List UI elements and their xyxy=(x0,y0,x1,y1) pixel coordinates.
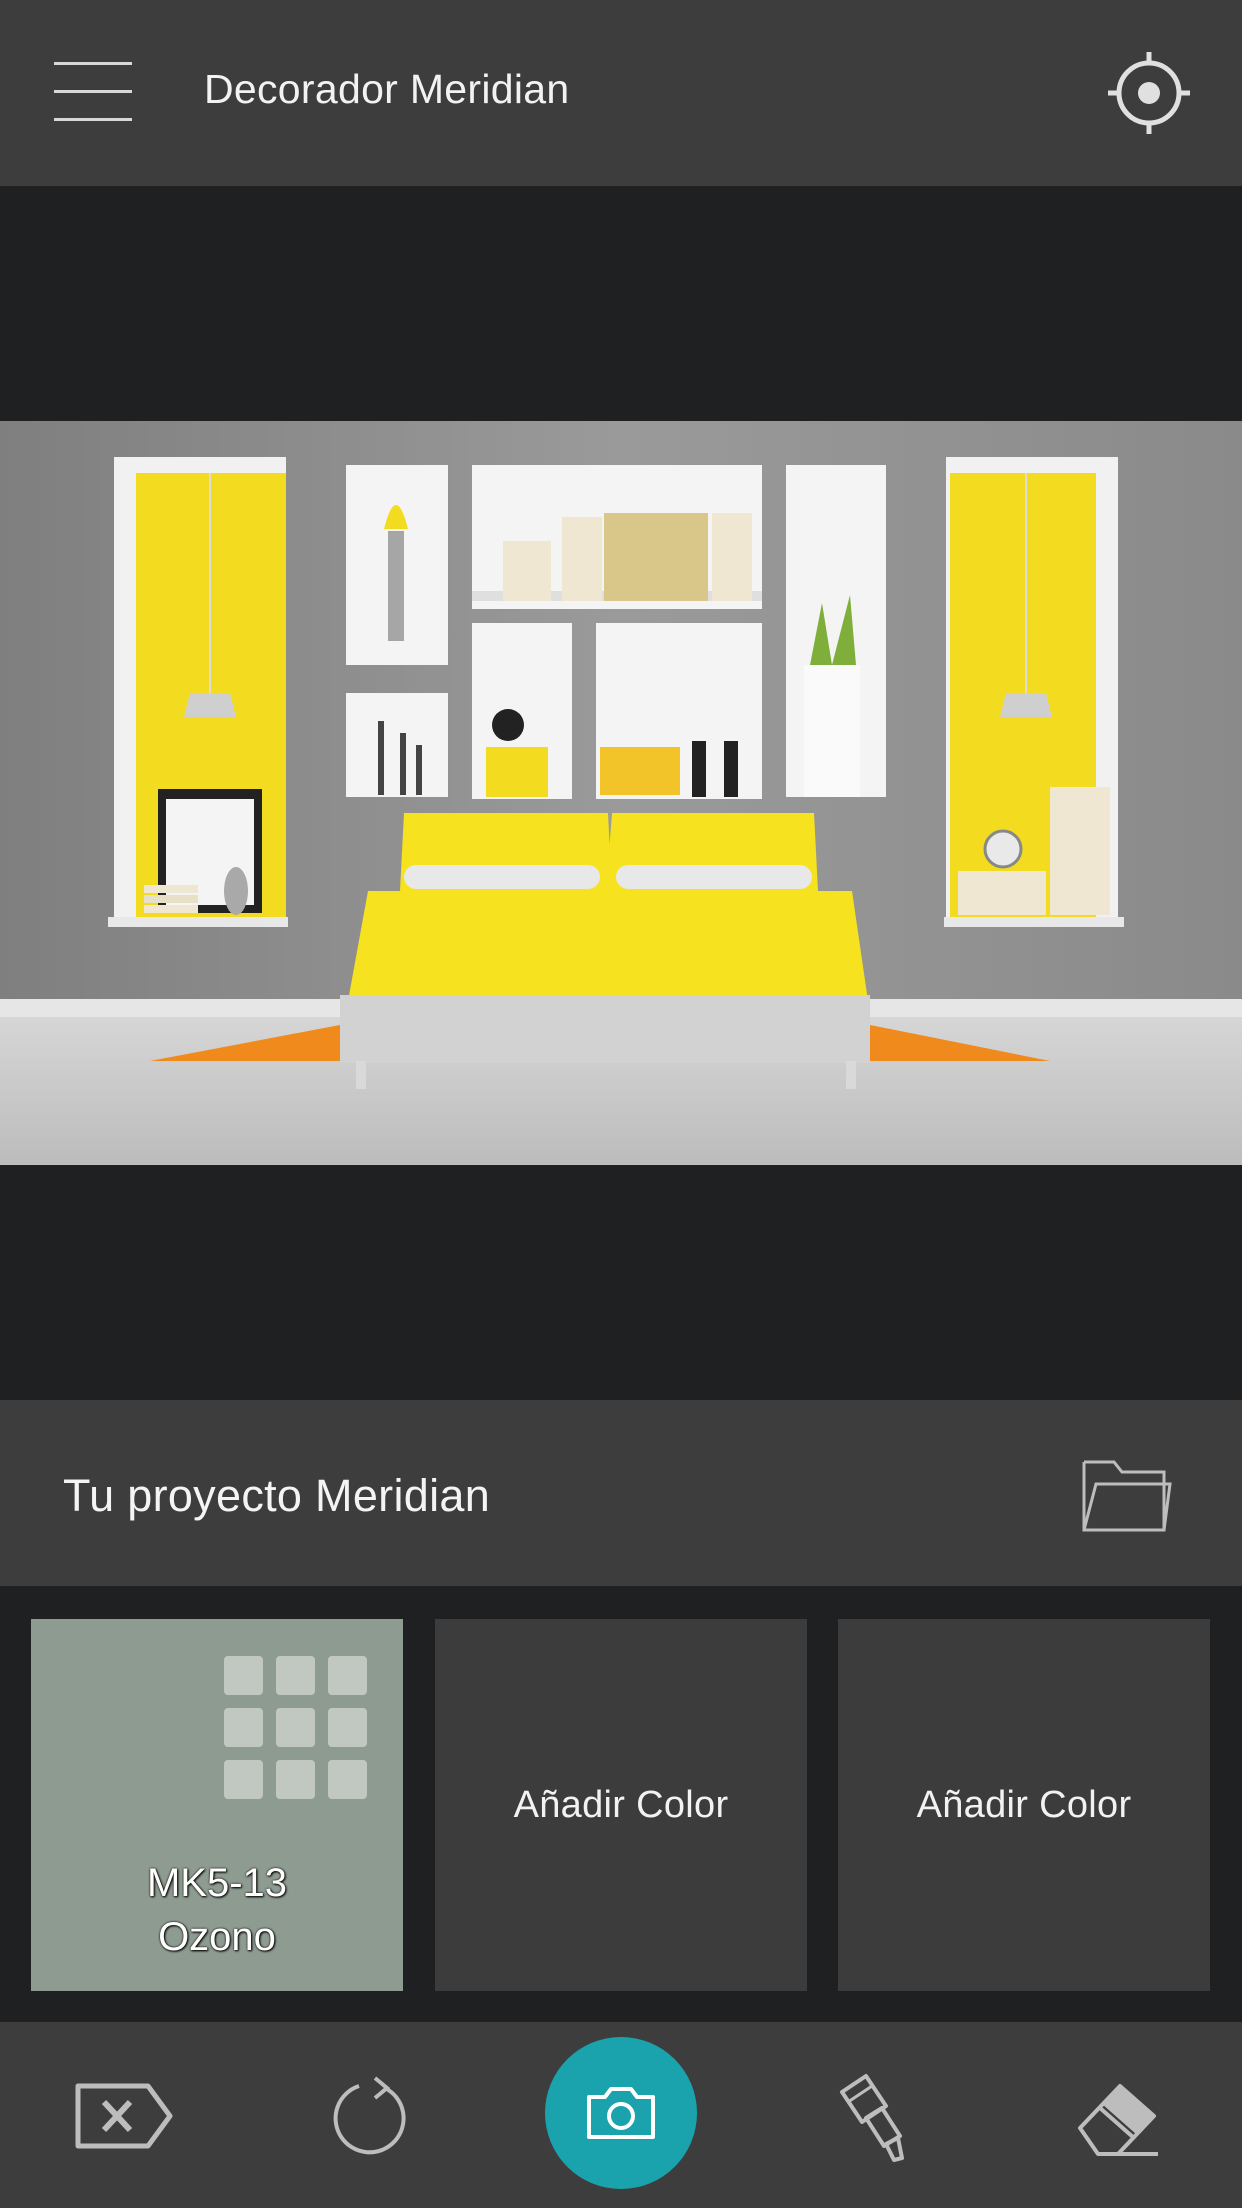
locate-icon[interactable] xyxy=(1106,50,1192,136)
add-color-label: Añadir Color xyxy=(513,1783,729,1826)
camera-button[interactable] xyxy=(545,2037,697,2189)
bottom-toolbar xyxy=(0,2022,1242,2208)
add-color-button[interactable]: Añadir Color xyxy=(435,1619,807,1991)
hamburger-menu-icon[interactable] xyxy=(54,58,134,128)
room-photo[interactable] xyxy=(0,421,1242,1165)
app-title: Decorador Meridian xyxy=(204,66,570,112)
project-bar: Tu proyecto Meridian xyxy=(0,1400,1242,1586)
top-app-bar: Decorador Meridian xyxy=(0,0,1242,186)
add-color-button[interactable]: Añadir Color xyxy=(838,1619,1210,1991)
swatch-color-name: MK5-13 Ozono xyxy=(31,1856,403,1964)
eraser-icon[interactable] xyxy=(1074,2076,1160,2160)
folder-icon[interactable] xyxy=(1080,1452,1172,1536)
camera-icon xyxy=(587,2087,655,2139)
color-swatch-mk5-13[interactable]: MK5-13 Ozono xyxy=(31,1619,403,1991)
grid-icon[interactable] xyxy=(224,1656,367,1799)
paint-brush-icon[interactable] xyxy=(836,2072,908,2164)
swatch-code: MK5-13 xyxy=(146,1861,288,1905)
add-color-label: Añadir Color xyxy=(916,1783,1132,1826)
undo-icon[interactable] xyxy=(329,2074,413,2158)
room-image-area xyxy=(0,186,1242,1400)
project-title: Tu proyecto Meridian xyxy=(63,1470,491,1521)
clear-tag-icon[interactable] xyxy=(74,2080,174,2152)
swatch-name: Ozono xyxy=(158,1915,276,1959)
color-swatch-row: MK5-13 Ozono Añadir Color Añadir Color xyxy=(0,1586,1242,2022)
